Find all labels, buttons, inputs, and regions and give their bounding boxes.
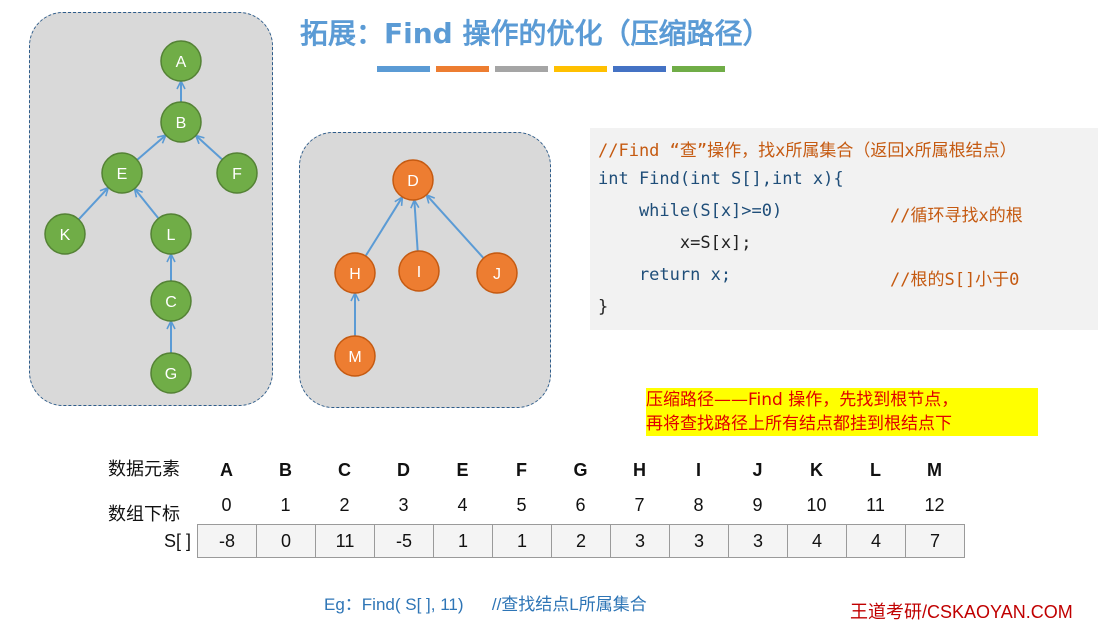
array-index: 5 <box>516 495 527 515</box>
tree-node-H: H <box>334 252 376 294</box>
code-block: //Find “查”操作，找x所属集合（返回x所属根结点） int Find(i… <box>590 128 1098 330</box>
node-label: H <box>349 266 361 283</box>
node-label: D <box>407 173 419 190</box>
array-cell: 4 <box>787 524 847 558</box>
node-label: M <box>348 349 361 366</box>
array-row-label: S[ ] <box>164 531 192 551</box>
tree-node-L: L <box>150 213 192 255</box>
array-cell: 0 <box>256 524 316 558</box>
element-letter: F <box>516 460 527 480</box>
code-return-comment: //根的S[]小于0 <box>890 270 1020 290</box>
node-label: F <box>232 166 242 183</box>
array-index: 3 <box>398 495 409 515</box>
tree-node-D: D <box>392 159 434 201</box>
element-letter: I <box>695 460 701 480</box>
edge-K-E <box>77 188 108 221</box>
node-label: E <box>117 166 128 183</box>
node-label: A <box>176 54 187 71</box>
element-letter: K <box>810 460 823 480</box>
array-index: 10 <box>806 495 827 515</box>
note-line-1: 压缩路径——Find 操作，先找到根节点， <box>646 390 959 410</box>
element-letter: M <box>927 460 942 480</box>
element-letter: L <box>870 460 881 480</box>
edge-I-D <box>414 201 417 252</box>
elements-row-label: 数据元素 <box>108 459 180 480</box>
element-letter: G <box>573 460 588 480</box>
element-letter: J <box>752 460 763 480</box>
element-letter: E <box>456 460 469 480</box>
array-index: 9 <box>752 495 763 515</box>
path-compression-note: 压缩路径——Find 操作，先找到根节点， 再将查找路径上所有结点都挂到根结点下 <box>646 388 1038 436</box>
tree-node-F: F <box>216 152 258 194</box>
code-while: while(S[x]>=0) <box>598 201 783 221</box>
array-cell: 7 <box>905 524 965 558</box>
tree-node-C: C <box>150 280 192 322</box>
element-letter: D <box>397 460 410 480</box>
element-letter: A <box>220 460 233 480</box>
array-cell: 2 <box>551 524 611 558</box>
array-index: 12 <box>924 495 945 515</box>
array-cell: 1 <box>433 524 493 558</box>
array-cell: -5 <box>374 524 434 558</box>
code-closing: } <box>598 297 609 317</box>
tree-node-J: J <box>476 252 518 294</box>
node-label: J <box>493 266 501 283</box>
array-index: 0 <box>221 495 232 515</box>
tree-node-A: A <box>160 40 202 82</box>
code-return: return x; <box>598 265 732 285</box>
array-cell: 3 <box>610 524 670 558</box>
array-index: 8 <box>693 495 704 515</box>
element-letter: H <box>633 460 646 480</box>
element-letter: C <box>338 460 351 480</box>
brand-text: 王道考研/CSKAOYAN.COM <box>850 602 1073 622</box>
array-cell: 4 <box>846 524 906 558</box>
tree-node-E: E <box>101 152 143 194</box>
code-assign: x=S[x]; <box>598 233 752 253</box>
tree-node-K: K <box>44 213 86 255</box>
tree-node-I: I <box>398 250 440 292</box>
edge-L-E <box>135 189 160 220</box>
edge-E-B <box>136 136 165 161</box>
array-index: 1 <box>280 495 291 515</box>
node-label: B <box>176 115 187 132</box>
code-signature: int Find(int S[],int x){ <box>598 169 844 189</box>
array-cell: 11 <box>315 524 375 558</box>
node-label: L <box>167 227 176 244</box>
array-index: 11 <box>866 495 885 515</box>
array-index: 2 <box>339 495 350 515</box>
edge-J-D <box>427 196 485 259</box>
node-label: C <box>165 294 177 311</box>
array-cell: 3 <box>728 524 788 558</box>
tree-node-M: M <box>334 335 376 377</box>
edge-F-B <box>197 136 223 161</box>
node-label: K <box>60 227 71 244</box>
indices-row-label: 数组下标 <box>108 504 180 525</box>
example-call: Eg：Find( S[ ], 11) //查找结点L所属集合 <box>324 595 647 614</box>
array-cell: 1 <box>492 524 552 558</box>
tree-node-B: B <box>160 101 202 143</box>
code-while-comment: //循环寻找x的根 <box>890 206 1023 226</box>
code-comment: //Find “查”操作，找x所属集合（返回x所属根结点） <box>598 141 1017 161</box>
note-line-2: 再将查找路径上所有结点都挂到根结点下 <box>646 414 952 434</box>
array-index: 7 <box>634 495 645 515</box>
tree-node-G: G <box>150 352 192 394</box>
node-label: G <box>165 366 177 383</box>
array-cell: -8 <box>197 524 257 558</box>
array-index: 6 <box>575 495 586 515</box>
node-label: I <box>417 264 421 281</box>
array-index: 4 <box>457 495 468 515</box>
edge-H-D <box>364 198 402 257</box>
element-letter: B <box>279 460 292 480</box>
array-cell: 3 <box>669 524 729 558</box>
